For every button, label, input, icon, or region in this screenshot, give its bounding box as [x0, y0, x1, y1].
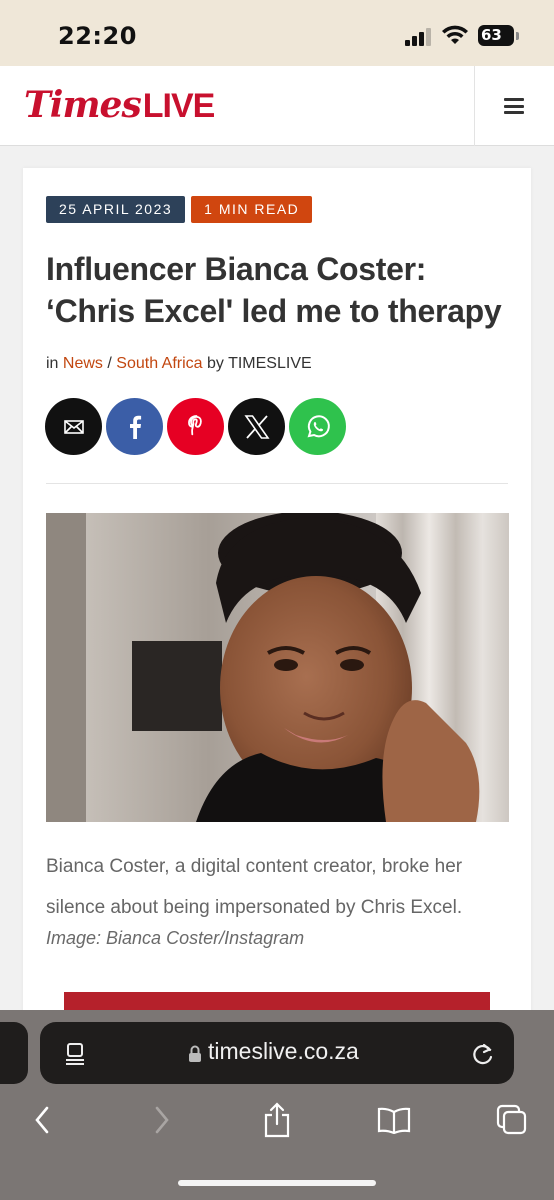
article-tags: 25 APRIL 2023 1 MIN READ: [46, 196, 313, 223]
address-bar[interactable]: timeslive.co.za: [40, 1022, 514, 1084]
byline-by: by: [207, 355, 224, 372]
logo-times: Times: [24, 84, 142, 126]
article-card: 25 APRIL 2023 1 MIN READ Influencer Bian…: [23, 168, 531, 1028]
tabs-button[interactable]: [492, 1098, 532, 1142]
share-facebook-button[interactable]: [106, 398, 163, 455]
whatsapp-icon: [307, 414, 330, 437]
section-link[interactable]: News: [63, 355, 103, 372]
url-text[interactable]: timeslive.co.za: [208, 1038, 359, 1065]
byline-in: in: [46, 355, 59, 372]
byline-separator: /: [107, 355, 112, 372]
book-icon: [377, 1107, 411, 1134]
share-button[interactable]: [257, 1098, 297, 1142]
byline: in News / South Africa by TIMESLIVE: [46, 355, 312, 373]
pinterest-icon: [187, 414, 202, 435]
logo-live: LIVE: [142, 87, 216, 125]
share-divider: [46, 483, 508, 484]
chevron-left-icon: [35, 1106, 49, 1134]
share-icon: [264, 1102, 290, 1138]
share-buttons: [45, 398, 346, 455]
battery-level: 63: [481, 26, 502, 44]
tabs-icon: [496, 1104, 527, 1135]
x-icon: [243, 414, 270, 439]
browser-toolbar: [0, 1098, 554, 1148]
menu-button[interactable]: [474, 66, 554, 146]
reload-icon[interactable]: [470, 1041, 496, 1067]
forward-button[interactable]: [142, 1098, 182, 1142]
status-bar: 22:20 63: [0, 0, 554, 66]
photo-caption: Bianca Coster, a digital content creator…: [46, 856, 463, 918]
article-photo[interactable]: [46, 513, 509, 822]
cellular-signal-icon: [405, 28, 433, 46]
email-icon: [63, 419, 84, 434]
subsection-link[interactable]: South Africa: [116, 355, 202, 372]
battery-icon: 63: [478, 25, 514, 46]
share-x-button[interactable]: [228, 398, 285, 455]
bookmarks-button[interactable]: [374, 1098, 414, 1142]
share-pinterest-button[interactable]: [167, 398, 224, 455]
page-menu-icon[interactable]: [64, 1042, 86, 1066]
date-tag: 25 APRIL 2023: [46, 196, 186, 223]
timeslive-logo[interactable]: Times LIVE: [24, 84, 216, 128]
author-name: TIMESLIVE: [228, 355, 312, 372]
previous-tab-preview[interactable]: [0, 1022, 28, 1084]
hamburger-icon: [504, 98, 524, 114]
lock-icon: [189, 1045, 201, 1062]
site-header: Times LIVE: [0, 66, 554, 146]
chevron-right-icon: [155, 1106, 169, 1134]
wifi-icon: [442, 25, 468, 44]
status-time: 22:20: [58, 22, 137, 50]
back-button[interactable]: [22, 1098, 62, 1142]
browser-chrome: timeslive.co.za: [0, 1010, 554, 1200]
facebook-icon: [129, 415, 141, 439]
home-indicator: [178, 1180, 376, 1186]
share-whatsapp-button[interactable]: [289, 398, 346, 455]
photo-credit: Image: Bianca Coster/Instagram: [46, 928, 305, 948]
battery-cap: [516, 32, 519, 40]
read-time-tag: 1 MIN READ: [191, 196, 313, 223]
share-email-button[interactable]: [45, 398, 102, 455]
article-headline: Influencer Bianca Coster: ‘Chris Excel' …: [46, 251, 502, 329]
